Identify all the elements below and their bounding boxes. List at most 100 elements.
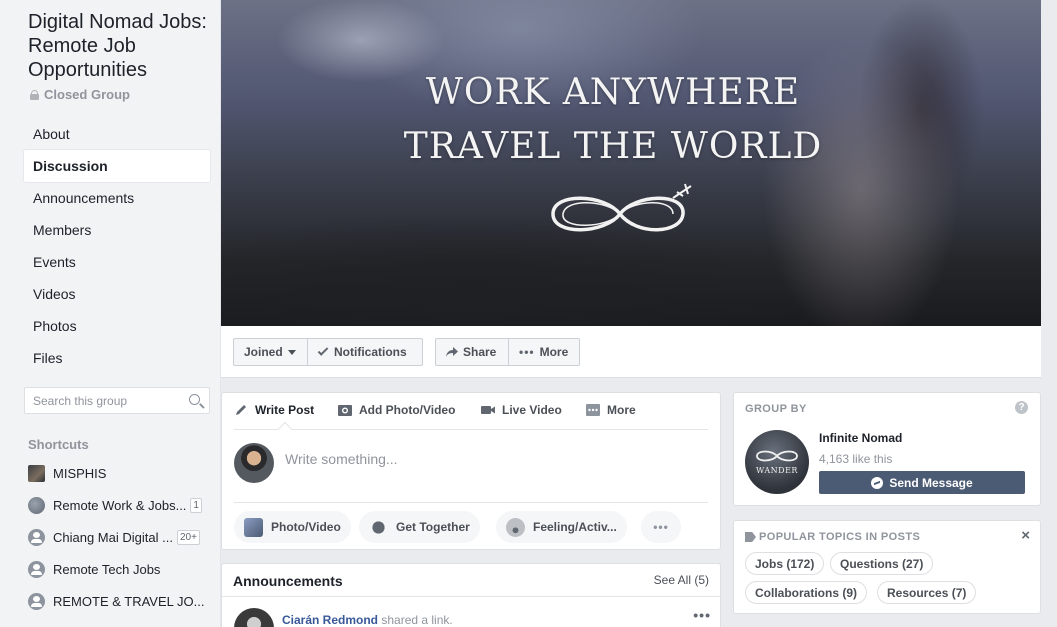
more-options-pill[interactable]: ••• xyxy=(641,511,681,543)
tab-write-post[interactable]: Write Post xyxy=(234,403,314,417)
active-tab-indicator xyxy=(277,421,293,437)
page-name[interactable]: Infinite Nomad xyxy=(819,431,902,445)
shortcut-label: MISPHIS xyxy=(53,465,107,481)
more-dots-icon xyxy=(586,404,600,416)
cover-text-line-2: TRAVEL THE WORLD xyxy=(403,126,823,167)
shortcut-item[interactable]: REMOTE & TRAVEL JO... xyxy=(28,585,213,617)
group-icon xyxy=(28,560,45,578)
pill-label: Photo/Video xyxy=(271,520,341,534)
page-logo[interactable]: WANDER xyxy=(745,430,809,494)
ellipsis-icon: ••• xyxy=(653,520,669,534)
shortcut-label: Chiang Mai Digital ... xyxy=(53,529,173,545)
video-camera-icon xyxy=(481,406,495,414)
lock-icon xyxy=(30,89,39,100)
infinity-logo-icon xyxy=(756,450,798,462)
shortcut-item[interactable]: Remote Work & Jobs... 1 xyxy=(28,489,213,521)
announcement-action: shared a link. xyxy=(381,613,453,627)
nav-item-videos[interactable]: Videos xyxy=(24,278,210,310)
nav-item-discussion[interactable]: Discussion xyxy=(24,150,210,182)
popular-topics-heading: POPULAR TOPICS IN POSTS xyxy=(745,531,920,543)
shortcut-item[interactable]: Remote Tech Jobs xyxy=(28,553,213,585)
nav-item-announcements[interactable]: Announcements xyxy=(24,182,210,214)
page-likes: 4,163 like this xyxy=(819,452,893,466)
shortcuts-heading: Shortcuts xyxy=(28,437,89,452)
joined-button[interactable]: Joined xyxy=(233,338,308,366)
group-by-card: GROUP BY ? WANDER Infinite Nomad 4,163 l… xyxy=(733,392,1041,506)
close-icon[interactable]: × xyxy=(1021,527,1030,544)
group-nav: About Discussion Announcements Members E… xyxy=(24,118,210,374)
group-search xyxy=(24,387,210,414)
nav-item-files[interactable]: Files xyxy=(24,342,210,374)
caret-down-icon xyxy=(287,349,296,355)
shortcut-label: REMOTE & TRAVEL JO... xyxy=(53,593,205,609)
tab-more[interactable]: More xyxy=(586,403,636,417)
post-options-icon[interactable]: ••• xyxy=(693,607,711,623)
see-all-link[interactable]: See All (5) xyxy=(654,573,709,587)
globe-icon xyxy=(28,496,45,514)
tab-add-photo-video[interactable]: Add Photo/Video xyxy=(338,403,455,417)
privacy-label: Closed Group xyxy=(30,87,130,102)
notifications-button[interactable]: Notifications xyxy=(307,338,423,366)
write-something-input[interactable]: Write something... xyxy=(285,451,398,467)
divider xyxy=(234,502,708,503)
messenger-icon xyxy=(871,476,884,489)
more-label: More xyxy=(539,345,569,359)
nav-item-about[interactable]: About xyxy=(24,118,210,150)
topic-chip-jobs[interactable]: Jobs (172) xyxy=(745,552,825,575)
search-input[interactable] xyxy=(25,388,175,413)
user-avatar[interactable] xyxy=(234,443,274,483)
count-badge: 20+ xyxy=(176,529,200,545)
group-title[interactable]: Digital Nomad Jobs: Remote Job Opportuni… xyxy=(28,10,213,82)
checkmark-icon xyxy=(317,345,329,356)
group-icon xyxy=(28,528,45,546)
ellipsis-icon: ••• xyxy=(519,345,535,359)
wave-hand-icon xyxy=(369,517,388,537)
topic-chip-questions[interactable]: Questions (27) xyxy=(830,552,934,575)
smiley-icon xyxy=(506,517,525,537)
tab-label: Live Video xyxy=(502,403,562,417)
search-icon[interactable] xyxy=(189,394,200,405)
nav-item-photos[interactable]: Photos xyxy=(24,310,210,342)
photo-video-pill[interactable]: Photo/Video xyxy=(234,511,351,543)
shortcut-item[interactable]: Chiang Mai Digital ... 20+ xyxy=(28,521,213,553)
get-together-pill[interactable]: Get Together xyxy=(359,511,480,543)
count-badge: 1 xyxy=(190,497,202,513)
camera-icon xyxy=(338,405,352,416)
tag-icon xyxy=(745,532,756,542)
post-composer: Write Post Add Photo/Video Live Video Mo… xyxy=(221,392,721,550)
author-avatar[interactable] xyxy=(234,608,274,627)
shortcut-label: Remote Work & Jobs... xyxy=(53,497,187,513)
topic-chip-collaborations[interactable]: Collaborations (9) xyxy=(745,581,868,604)
author-name[interactable]: Ciarán Redmond xyxy=(282,613,378,627)
cover-photo[interactable]: WORK ANYWHERE TRAVEL THE WORLD xyxy=(221,0,1041,326)
more-button[interactable]: ••• More xyxy=(508,338,580,366)
feeling-activity-pill[interactable]: Feeling/Activ... xyxy=(496,511,627,543)
tab-label: Add Photo/Video xyxy=(359,403,456,417)
tab-live-video[interactable]: Live Video xyxy=(481,403,562,417)
topic-chip-resources[interactable]: Resources (7) xyxy=(877,581,977,604)
share-label: Share xyxy=(463,345,497,359)
shortcut-item[interactable]: MISPHIS xyxy=(28,457,213,489)
share-arrow-icon xyxy=(446,347,458,357)
pill-label: Get Together xyxy=(396,520,470,534)
nav-item-events[interactable]: Events xyxy=(24,246,210,278)
group-action-bar: Joined Notifications Share ••• More xyxy=(221,326,1041,378)
tab-label: More xyxy=(607,403,636,417)
notifications-label: Notifications xyxy=(334,345,407,359)
photo-icon xyxy=(244,517,263,537)
divider xyxy=(222,596,720,597)
announcements-title: Announcements xyxy=(233,573,343,589)
joined-label: Joined xyxy=(244,345,283,359)
help-icon[interactable]: ? xyxy=(1015,401,1028,414)
pill-label: Feeling/Activ... xyxy=(533,520,617,534)
pencil-icon xyxy=(236,405,246,415)
announcements-card: Announcements See All (5) Ciarán Redmond… xyxy=(221,563,721,627)
shortcuts-list: MISPHIS Remote Work & Jobs... 1 Chiang M… xyxy=(28,457,213,617)
nav-item-members[interactable]: Members xyxy=(24,214,210,246)
popular-topics-card: POPULAR TOPICS IN POSTS × Jobs (172) Que… xyxy=(733,520,1041,614)
cover-text-line-1: WORK ANYWHERE xyxy=(425,72,801,113)
send-message-button[interactable]: Send Message xyxy=(819,471,1025,494)
privacy-text: Closed Group xyxy=(44,87,130,102)
group-icon xyxy=(28,592,45,610)
share-button[interactable]: Share xyxy=(435,338,509,366)
